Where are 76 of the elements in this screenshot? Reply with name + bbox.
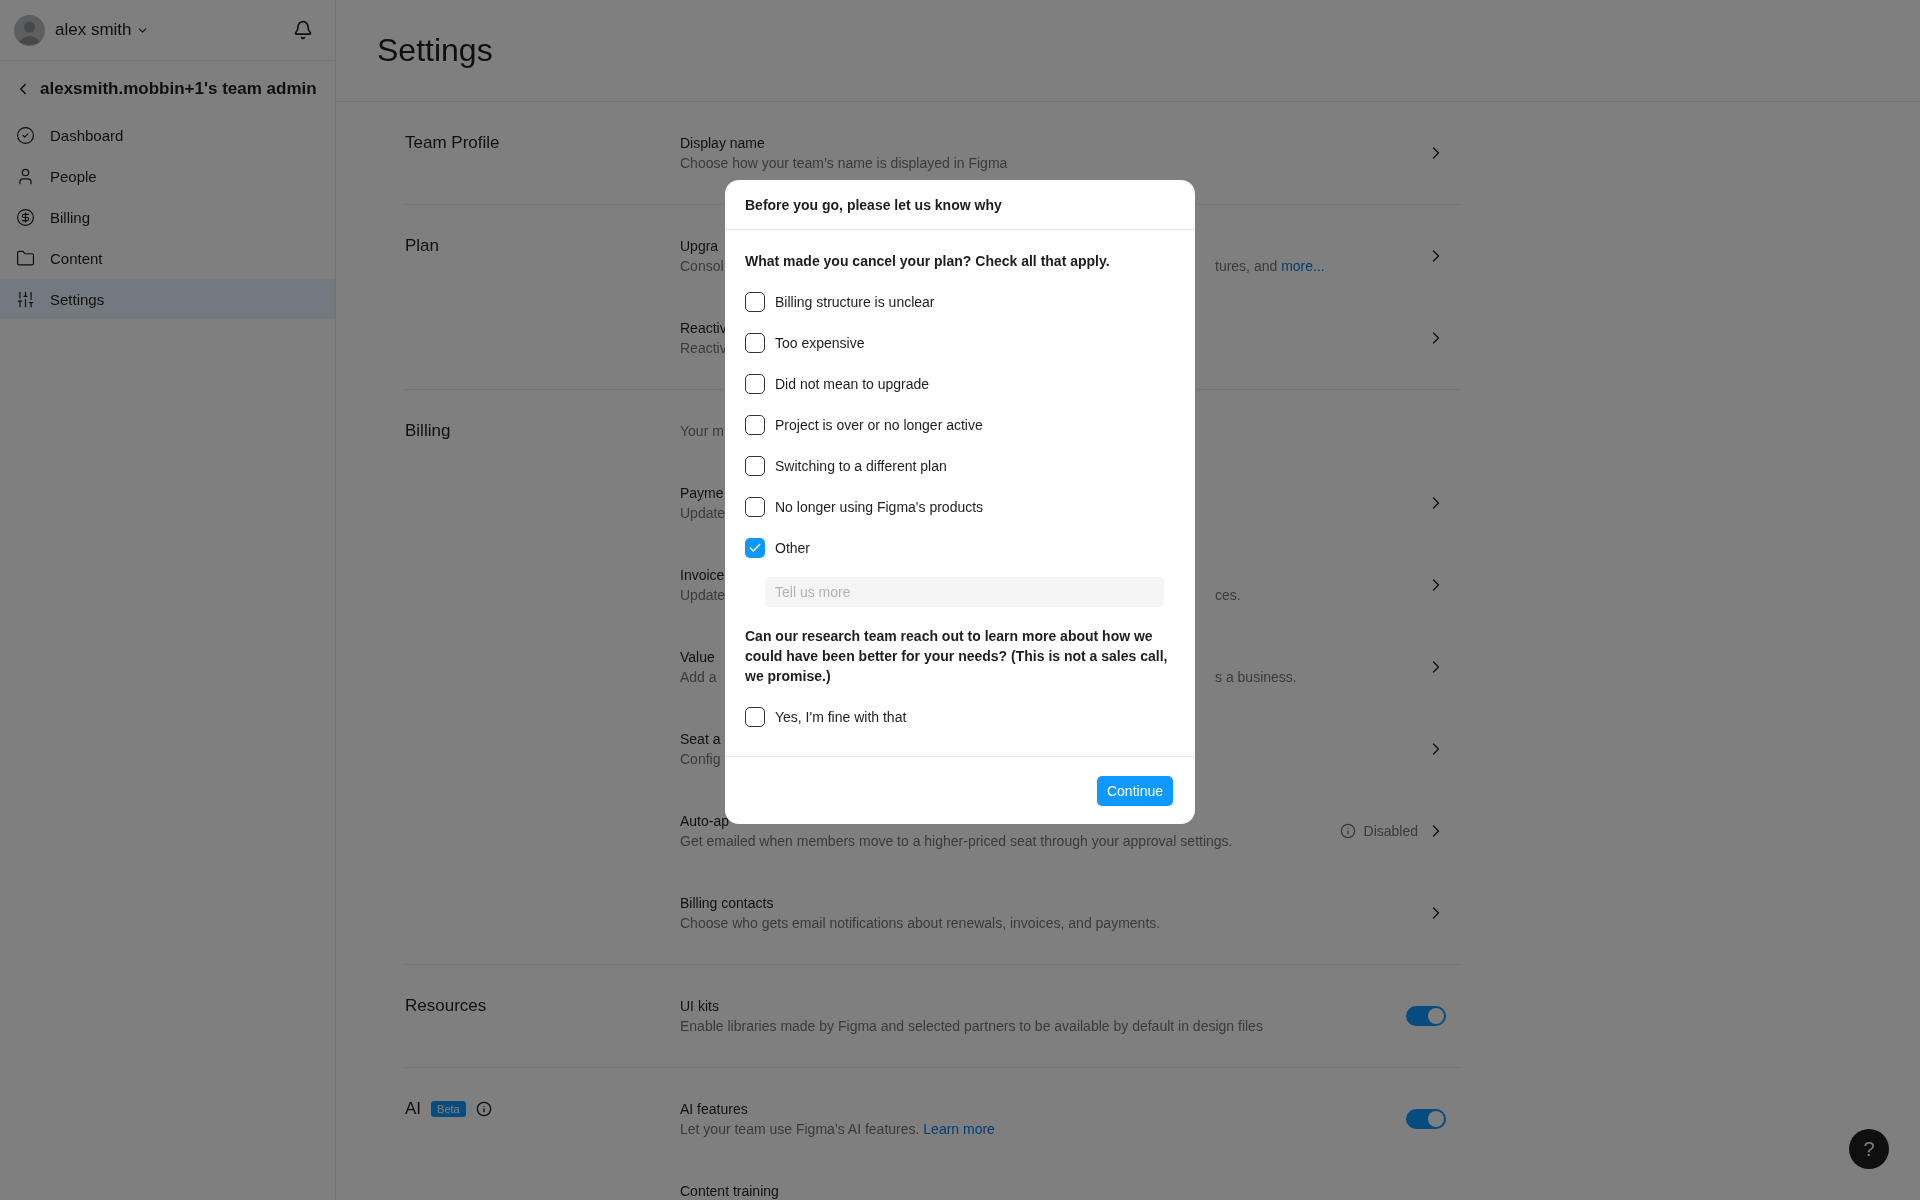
- setting-title: Billing contacts: [680, 894, 774, 913]
- checkbox[interactable]: [745, 496, 765, 517]
- check-circle-icon: [16, 125, 36, 145]
- setting-title: Seat a: [680, 730, 721, 749]
- folder-icon: [16, 248, 36, 268]
- page-title: Settings: [377, 32, 493, 69]
- setting-title: AI features: [680, 1100, 748, 1119]
- toggle-switch[interactable]: [1406, 1006, 1446, 1026]
- sidebar-item[interactable]: Content: [0, 238, 335, 278]
- checkbox[interactable]: [745, 455, 765, 476]
- setting-title: Auto-ap: [680, 812, 730, 831]
- sidebar-item[interactable]: Dashboard: [0, 115, 335, 155]
- setting-description: tures, and more...: [1214, 257, 1325, 276]
- sliders-icon: [16, 289, 36, 309]
- section-title: Team Profile: [405, 133, 500, 153]
- checkbox-label: Billing structure is unclear: [775, 293, 935, 310]
- toggle-switch[interactable]: [1406, 1109, 1446, 1129]
- setting-description: Add a: [680, 668, 717, 687]
- setting-description: s a business.: [1214, 668, 1297, 687]
- setting-description: ces.: [1214, 586, 1241, 605]
- user-menu[interactable]: alex smith: [55, 20, 149, 40]
- section-title: Resources: [405, 996, 487, 1016]
- checkbox[interactable]: [745, 291, 765, 312]
- checkbox-label: No longer using Figma's products: [775, 498, 984, 515]
- checkbox-label: Did not mean to upgrade: [775, 375, 930, 392]
- checkbox[interactable]: [745, 332, 765, 353]
- question-text: Can our research team reach out to learn more about how we could have been better for your needs? (This is not a sales call, we promise.): [745, 627, 1169, 686]
- section-title: Billing: [405, 421, 451, 441]
- info-icon[interactable]: [475, 1101, 492, 1117]
- help-button[interactable]: ?: [1849, 1129, 1889, 1169]
- bell-icon[interactable]: [293, 20, 313, 40]
- section-title: AI: [405, 1099, 422, 1119]
- setting-description: Update: [680, 504, 726, 523]
- setting-title: Value: [680, 648, 715, 667]
- checkbox[interactable]: [745, 706, 765, 727]
- checkbox-label: Other: [775, 539, 810, 556]
- learn-more-link[interactable]: Learn more: [923, 1121, 995, 1137]
- sidebar-item[interactable]: Settings: [0, 279, 335, 319]
- setting-description: Get emailed when members move to a higher-priced seat through your approval settings.: [680, 832, 1233, 851]
- beta-badge: Beta: [431, 1101, 466, 1117]
- setting-title: Payme: [680, 484, 724, 503]
- setting-title: Upgra: [680, 237, 719, 256]
- input-field[interactable]: Tell us more: [765, 577, 1164, 607]
- status-text: Disabled: [1363, 823, 1418, 839]
- setting-description: Enable libraries made by Figma and selected partners to be available by default in design files: [680, 1017, 1263, 1036]
- setting-description: Update: [680, 586, 726, 605]
- more-link[interactable]: more...: [1281, 258, 1325, 274]
- setting-title: Reactiv: [680, 319, 727, 338]
- sidebar-item[interactable]: Billing: [0, 197, 335, 237]
- setting-title: Invoice: [680, 566, 725, 585]
- question-text: What made you cancel your plan? Check all that apply.: [745, 252, 1111, 271]
- sidebar-item[interactable]: People: [0, 156, 335, 196]
- setting-description: Config: [680, 750, 721, 769]
- team-title: alexsmith.mobbin+1's team admin: [40, 79, 317, 99]
- dialog-title: Before you go, please let us know why: [745, 196, 1002, 213]
- setting-description: Reactiv: [680, 339, 727, 358]
- setting-description: Let your team use Figma’s AI features. Learn more: [680, 1120, 995, 1139]
- setting-description: Your m: [680, 422, 724, 441]
- info-icon: [1339, 823, 1356, 839]
- dollar-icon: [16, 207, 36, 227]
- checkbox-label: Yes, I'm fine with that: [775, 708, 907, 725]
- setting-title: Display name: [680, 134, 765, 153]
- setting-description: Choose who gets email notifications about renewals, invoices, and payments.: [680, 914, 1161, 933]
- checkbox[interactable]: [745, 537, 765, 558]
- continue-button[interactable]: Continue: [1096, 776, 1173, 806]
- checkbox[interactable]: [745, 414, 765, 435]
- checkbox-label: Project is over or no longer active: [775, 416, 983, 433]
- checkbox-label: Switching to a different plan: [775, 457, 947, 474]
- setting-title: Content training: [680, 1182, 779, 1200]
- setting-description: Choose how your team’s name is displayed in Figma: [680, 154, 1008, 173]
- checkbox[interactable]: [745, 373, 765, 394]
- setting-description: Consol: [680, 257, 724, 276]
- checkbox-label: Too expensive: [775, 334, 865, 351]
- avatar: [14, 14, 45, 46]
- section-title: Plan: [405, 236, 440, 256]
- setting-title: UI kits: [680, 997, 719, 1016]
